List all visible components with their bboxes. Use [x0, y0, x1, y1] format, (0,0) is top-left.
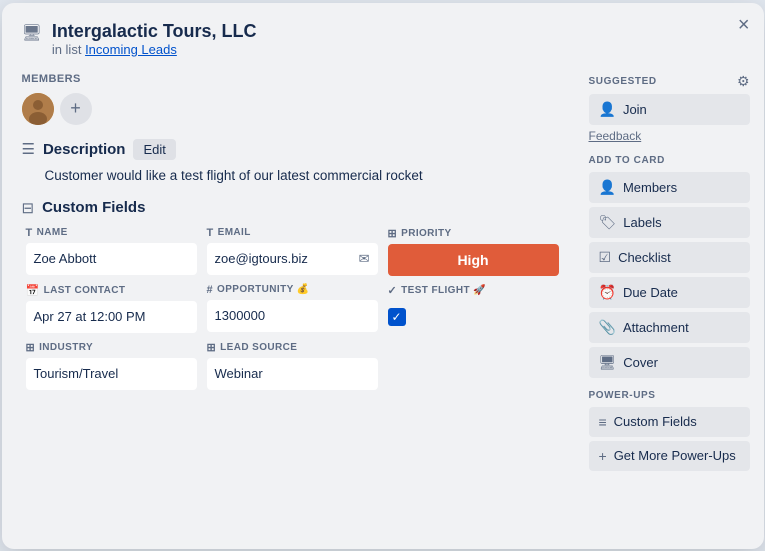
test-flight-value[interactable]: ✓ — [388, 301, 559, 333]
due-date-icon: ⏰ — [599, 284, 616, 301]
labels-icon: 🏷 — [599, 214, 617, 231]
email-type-icon: T — [207, 227, 214, 239]
members-label: Members — [22, 73, 559, 85]
custom-fields-title: Custom Fields — [42, 199, 145, 216]
checkbox-checked-icon: ✓ — [388, 308, 406, 326]
header-text: Intergalactic Tours, LLC in list Incomin… — [52, 21, 257, 57]
checklist-button[interactable]: ☑ Checklist — [589, 242, 750, 273]
cover-icon: 🖥 — [599, 354, 617, 371]
priority-label: ⊞ PRIORITY — [388, 227, 559, 240]
feedback-button[interactable]: Feedback — [589, 129, 642, 143]
test-flight-type-icon: ✓ — [388, 284, 398, 297]
members-row: + — [22, 93, 559, 125]
name-type-icon: T — [26, 227, 33, 239]
fields-row-2: 📅 LAST CONTACT Apr 27 at 12:00 PM # OPPO… — [26, 284, 559, 333]
card-subtitle: in list Incoming Leads — [52, 42, 257, 57]
last-contact-value[interactable]: Apr 27 at 12:00 PM — [26, 301, 197, 333]
description-header: ☰ Description Edit — [22, 139, 559, 160]
custom-fields-powerup-icon: ≡ — [599, 414, 607, 430]
opportunity-value[interactable]: 1300000 — [207, 300, 378, 332]
email-label: T EMAIL — [207, 227, 378, 239]
edit-description-button[interactable]: Edit — [133, 139, 175, 160]
lead-source-value[interactable]: Webinar — [207, 358, 378, 390]
email-value[interactable]: zoe@igtours.biz ✉ — [207, 243, 378, 275]
checklist-icon: ☑ — [599, 249, 612, 266]
description-text: Customer would like a test flight of our… — [45, 168, 559, 183]
avatar[interactable] — [22, 93, 54, 125]
custom-fields-powerup-button[interactable]: ≡ Custom Fields — [589, 407, 750, 437]
fields-row-3: ⊞ INDUSTRY Tourism/Travel ⊞ LEAD SOURCE … — [26, 341, 559, 390]
industry-type-icon: ⊞ — [26, 341, 36, 354]
join-button[interactable]: 👤 Join — [589, 94, 750, 125]
card-icon: 🖥 — [22, 23, 42, 43]
industry-label: ⊞ INDUSTRY — [26, 341, 197, 354]
field-lead-source: ⊞ LEAD SOURCE Webinar — [207, 341, 378, 390]
card-title: Intergalactic Tours, LLC — [52, 21, 257, 42]
industry-value[interactable]: Tourism/Travel — [26, 358, 197, 390]
members-button[interactable]: 👤 Members — [589, 172, 750, 203]
modal-body: Members + ☰ Description Edit Custome — [2, 63, 764, 549]
sidebar: SUGGESTED ⚙ 👤 Join Feedback ADD TO CARD … — [579, 63, 764, 549]
description-title: Description — [43, 141, 126, 158]
email-envelope-icon: ✉ — [359, 251, 370, 267]
last-contact-label: 📅 LAST CONTACT — [26, 284, 197, 297]
get-more-powerups-button[interactable]: + Get More Power-Ups — [589, 441, 750, 471]
test-flight-label: ✓ TEST FLIGHT 🚀 — [388, 284, 559, 297]
field-industry: ⊞ INDUSTRY Tourism/Travel — [26, 341, 197, 390]
field-test-flight: ✓ TEST FLIGHT 🚀 ✓ — [388, 284, 559, 333]
field-empty — [388, 341, 559, 390]
opportunity-label: # OPPORTUNITY 💰 — [207, 284, 378, 296]
lead-source-type-icon: ⊞ — [207, 341, 217, 354]
lead-source-label: ⊞ LEAD SOURCE — [207, 341, 378, 354]
field-opportunity: # OPPORTUNITY 💰 1300000 — [207, 284, 378, 333]
name-value[interactable]: Zoe Abbott — [26, 243, 197, 275]
custom-fields-icon: ⊟ — [22, 199, 35, 217]
description-icon: ☰ — [22, 140, 35, 158]
name-label: T NAME — [26, 227, 197, 239]
due-date-button[interactable]: ⏰ Due Date — [589, 277, 750, 308]
power-ups-label: POWER-UPS — [589, 390, 750, 401]
field-last-contact: 📅 LAST CONTACT Apr 27 at 12:00 PM — [26, 284, 197, 333]
get-more-powerups-icon: + — [599, 448, 607, 464]
modal: × 🖥 Intergalactic Tours, LLC in list Inc… — [2, 3, 764, 549]
add-member-button[interactable]: + — [60, 93, 92, 125]
cover-button[interactable]: 🖥 Cover — [589, 347, 750, 378]
join-icon: 👤 — [599, 101, 616, 118]
priority-type-icon: ⊞ — [388, 227, 398, 240]
priority-value[interactable]: High — [388, 244, 559, 276]
opportunity-type-icon: # — [207, 284, 214, 296]
attachment-button[interactable]: 📎 Attachment — [589, 312, 750, 343]
close-button[interactable]: × — [738, 15, 750, 35]
field-priority: ⊞ PRIORITY High — [388, 227, 559, 276]
labels-button[interactable]: 🏷 Labels — [589, 207, 750, 238]
main-column: Members + ☰ Description Edit Custome — [2, 63, 579, 549]
fields-row-1: T NAME Zoe Abbott T EMAIL zoe@igtours.bi… — [26, 227, 559, 276]
field-email: T EMAIL zoe@igtours.biz ✉ — [207, 227, 378, 276]
gear-button[interactable]: ⚙ — [737, 73, 750, 90]
modal-header: 🖥 Intergalactic Tours, LLC in list Incom… — [2, 3, 764, 63]
avatar-image — [22, 93, 54, 125]
members-icon: 👤 — [599, 179, 616, 196]
add-to-card-label: ADD TO CARD — [589, 155, 750, 166]
suggested-label: SUGGESTED — [589, 76, 657, 87]
custom-fields-header: ⊟ Custom Fields — [22, 199, 559, 217]
last-contact-type-icon: 📅 — [26, 284, 40, 297]
field-name: T NAME Zoe Abbott — [26, 227, 197, 276]
attachment-icon: 📎 — [599, 319, 616, 336]
list-link[interactable]: Incoming Leads — [85, 42, 177, 57]
suggested-header: SUGGESTED ⚙ — [589, 73, 750, 90]
